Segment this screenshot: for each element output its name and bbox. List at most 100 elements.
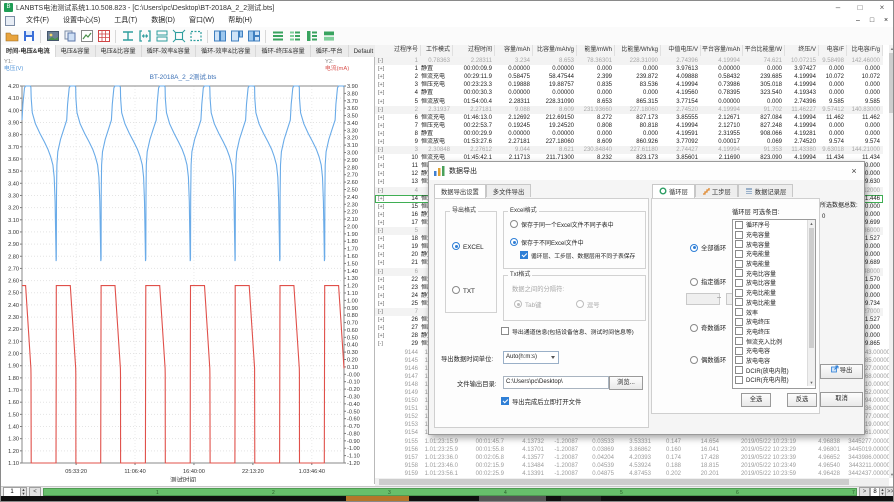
menu-item-1[interactable]: 设置中心(S) xyxy=(56,14,107,27)
column-header-0[interactable]: 过程序号 xyxy=(389,45,421,56)
record-row[interactable]: 91551.01:23:15.900:01:45.74.13732-1.2008… xyxy=(375,438,883,446)
cycle-range-start-input[interactable] xyxy=(686,293,720,305)
record-row[interactable]: 91561.01:23:25.900:01:55.84.13701-1.2008… xyxy=(375,446,883,454)
process-row[interactable]: [+]8静置00:00:29.90.000000.000000.0000.000… xyxy=(375,130,883,138)
process-row[interactable]: [+]2恒流充电00:29:11.90.5847558.475442.39923… xyxy=(375,73,883,81)
menu-item-0[interactable]: 文件(F) xyxy=(19,14,56,27)
list-item-3[interactable]: 充电能量 xyxy=(733,249,815,259)
list-view4-icon[interactable] xyxy=(320,28,337,44)
channel-progress-bar[interactable]: 1234567 xyxy=(43,488,857,496)
snapshot-icon[interactable] xyxy=(44,28,61,44)
output-dir-input[interactable]: C:\Users\pc\Desktop\ xyxy=(503,376,609,389)
table-horizontal-scrollbar[interactable] xyxy=(375,478,889,486)
column-header-1[interactable]: 工作模式 xyxy=(421,45,453,56)
column-header-4[interactable]: 比容量/mAh/g xyxy=(533,45,577,56)
cycle-items-list[interactable]: 循环序号充电容量放电容量充电能量放电能量充电比容量放电比容量充电比能量放电比能量… xyxy=(732,219,816,389)
layout-side-icon[interactable] xyxy=(228,28,245,44)
column-header-2[interactable]: 过程时间 xyxy=(453,45,495,56)
cycle-row[interactable]: [-]10.783632.283113.2348.65378.36301228.… xyxy=(375,57,883,65)
list-item-9[interactable]: 效率 xyxy=(733,307,815,317)
list-item-12[interactable]: 恒流充入比例 xyxy=(733,336,815,346)
export-button[interactable]: 导出 xyxy=(820,364,863,379)
report-table-icon[interactable] xyxy=(95,28,112,44)
view-tab-6[interactable]: 循环-平台 xyxy=(311,45,349,57)
chart-edit-icon[interactable] xyxy=(78,28,95,44)
axis-setup-icon[interactable] xyxy=(119,28,136,44)
list-item-16[interactable]: DCIR(充电内阻) xyxy=(733,375,815,385)
layout-mix-icon[interactable] xyxy=(245,28,262,44)
column-header-7[interactable]: 中值电压/V xyxy=(661,45,701,56)
checkbox-open-after[interactable]: 导出完成后立即打开文件 xyxy=(501,397,581,406)
list-item-15[interactable]: DCIR(放电内阻) xyxy=(733,365,815,375)
menu-item-4[interactable]: 窗口(W) xyxy=(182,14,221,27)
mdi-restore-icon[interactable]: □ xyxy=(865,15,879,27)
record-row[interactable]: 91571.01:23:36.000:02:05.84.13577-1.2008… xyxy=(375,454,883,462)
checkbox-channel-info[interactable]: 导出通道信息(包括设备信息、测试时间信息等) xyxy=(501,327,634,336)
scroll-down-icon[interactable]: ▼ xyxy=(808,379,815,386)
list-item-11[interactable]: 充电终压 xyxy=(733,327,815,337)
column-header-9[interactable]: 平台比能量/W xyxy=(743,45,785,56)
list-item-4[interactable]: 放电能量 xyxy=(733,259,815,269)
tab-step-layer[interactable]: 工步层 xyxy=(695,184,738,197)
record-row[interactable]: 91581.01:23:46.000:02:15.94.13484-1.2008… xyxy=(375,462,883,470)
scroll-thumb[interactable] xyxy=(809,228,814,348)
menu-item-2[interactable]: 工具(T) xyxy=(107,14,144,27)
cancel-button[interactable]: 取消 xyxy=(820,392,863,407)
dialog-close-icon[interactable]: × xyxy=(844,166,864,176)
process-row[interactable]: [+]3恒压充电00:23:23.30.1988819.887570.83583… xyxy=(375,81,883,89)
process-row[interactable]: [+]1静置00:00:09.90.000000.000000.0000.000… xyxy=(375,65,883,73)
close-icon[interactable]: × xyxy=(871,1,893,14)
scroll-up-icon[interactable]: ▲ xyxy=(808,220,815,227)
view-tab-2[interactable]: 电压&比容量 xyxy=(96,45,142,57)
list-item-13[interactable]: 充电电容 xyxy=(733,346,815,356)
radio-tab-key[interactable]: Tab键 xyxy=(514,300,541,309)
invert-selection-button[interactable]: 反选 xyxy=(787,393,817,407)
process-row[interactable]: [+]9恒流放电01:53:27.62.27181227.180608.6098… xyxy=(375,138,883,146)
menu-item-3[interactable]: 数据(D) xyxy=(144,14,182,27)
tab-multifile-export[interactable]: 多文件导出 xyxy=(486,184,531,197)
list-view3-icon[interactable] xyxy=(303,28,320,44)
list-item-5[interactable]: 充电比容量 xyxy=(733,268,815,278)
cycle-scope-option-0[interactable]: 全部循环 xyxy=(690,243,726,252)
column-header-11[interactable]: 电容/F xyxy=(819,45,847,56)
column-header-5[interactable]: 能量/mWh xyxy=(577,45,615,56)
table-vertical-scrollbar[interactable]: ▲ ▼ xyxy=(889,45,894,478)
list-item-8[interactable]: 放电比能量 xyxy=(733,298,815,308)
select-all-button[interactable]: 全选 xyxy=(741,393,771,407)
open-file-icon[interactable] xyxy=(3,28,20,44)
zoom-x-icon[interactable] xyxy=(136,28,153,44)
process-row[interactable]: [+]4静置00:00:30.30.000000.000000.0000.000… xyxy=(375,89,883,97)
cycle-scope-option-3[interactable]: 偶数循环 xyxy=(690,355,726,364)
view-tab-4[interactable]: 循环-效率&比容量 xyxy=(196,45,257,57)
tab-export-settings[interactable]: 数据导出设置 xyxy=(434,184,486,198)
list-item-14[interactable]: 放电电容 xyxy=(733,356,815,366)
menu-item-5[interactable]: 帮助(H) xyxy=(221,14,259,27)
column-header-10[interactable]: 终压/V xyxy=(785,45,819,56)
radio-excel[interactable]: EXCEL xyxy=(452,242,484,251)
column-header-3[interactable]: 容量/mAh xyxy=(495,45,533,56)
list-item-7[interactable]: 充电比能量 xyxy=(733,288,815,298)
cycle-scope-option-1[interactable]: 指定循环 xyxy=(690,277,726,286)
zoom-y-icon[interactable] xyxy=(153,28,170,44)
scroll-down-icon[interactable]: ▼ xyxy=(889,471,894,478)
process-row[interactable]: [+]7恒压充电00:22:53.70.1924519.245200.80880… xyxy=(375,122,883,130)
view-tab-5[interactable]: 循环-终压&容量 xyxy=(256,45,310,57)
minimize-icon[interactable]: – xyxy=(827,1,849,14)
process-row[interactable]: [+]6恒流充电01:46:13.02.12692212.691508.2728… xyxy=(375,114,883,122)
view-tab-1[interactable]: 电压&容量 xyxy=(56,45,96,57)
list-item-1[interactable]: 充电容量 xyxy=(733,230,815,240)
record-row[interactable]: 91591.01:23:56.100:02:25.94.13391-1.2008… xyxy=(375,470,883,478)
checkbox-separate-sheets[interactable]: 循环层、工步层、数据层用不同子表保存 xyxy=(520,251,635,260)
list-item-10[interactable]: 放电终压 xyxy=(733,317,815,327)
radio-txt[interactable]: TXT xyxy=(452,286,475,295)
radio-same-file[interactable]: 保存于同一个Excel文件不同子表中 xyxy=(510,220,614,229)
list-item-6[interactable]: 放电比容量 xyxy=(733,278,815,288)
mdi-close-icon[interactable]: × xyxy=(879,15,893,27)
cycle-row[interactable]: [-]32.308482.276129.0448.621230.84840227… xyxy=(375,146,883,154)
cycle-scope-option-2[interactable]: 奇数循环 xyxy=(690,323,726,332)
tab-cycle-layer[interactable]: 循环层 xyxy=(652,184,695,198)
save-icon[interactable] xyxy=(20,28,37,44)
list-item-0[interactable]: 循环序号 xyxy=(733,220,815,230)
restore-icon[interactable]: □ xyxy=(849,1,871,14)
list-view1-icon[interactable] xyxy=(269,28,286,44)
